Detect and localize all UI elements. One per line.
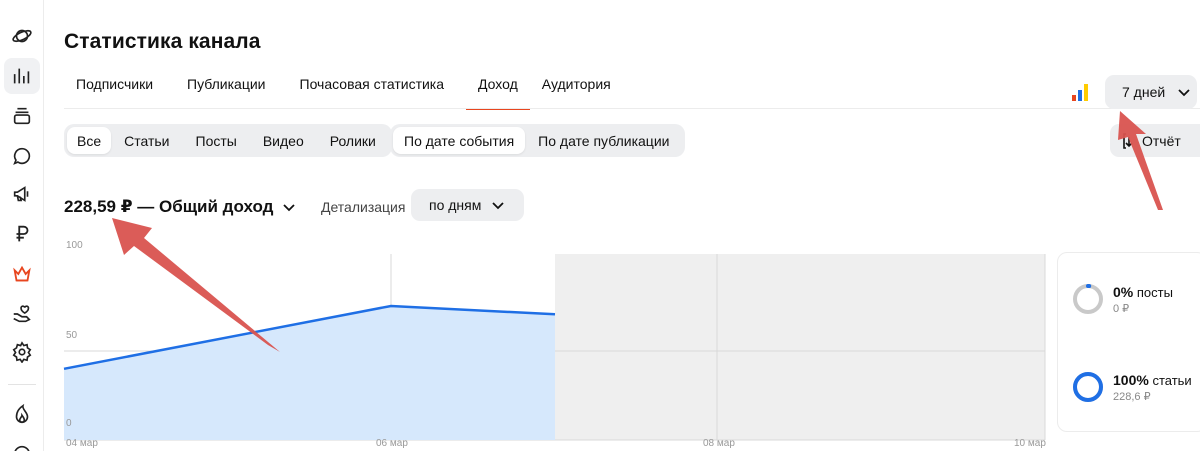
date-filter: По дате события По дате публикации (390, 124, 686, 157)
planet-icon[interactable] (4, 18, 40, 54)
chevron-down-icon (492, 202, 505, 210)
total-income[interactable]: 228,59 ₽ — Общий доход (64, 197, 297, 217)
income-breakdown-card: 0% посты 0 ₽ 100% статьи 228,6 ₽ (1057, 252, 1200, 432)
stat-articles-title: 100% статьи (1113, 372, 1192, 388)
report-label: Отчёт (1142, 132, 1181, 149)
tab-audience[interactable]: Аудитория (530, 66, 623, 110)
filter-by-publication-date[interactable]: По дате публикации (525, 127, 682, 154)
filter-shorts[interactable]: Ролики (317, 127, 389, 154)
stat-posts-title: 0% посты (1113, 284, 1173, 300)
income-area (64, 305, 555, 440)
tab-hourly[interactable]: Почасовая статистика (288, 66, 457, 110)
total-income-value: 228,59 ₽ — Общий доход (64, 197, 274, 216)
stat-posts: 0% посты 0 ₽ (1072, 283, 1173, 315)
stat-articles-percent: 100% (1113, 371, 1149, 388)
detail-select[interactable]: по дням (411, 189, 524, 221)
x-tick-label-2: 08 мар (703, 438, 735, 449)
donut-articles (1073, 372, 1103, 402)
metrika-icon[interactable] (1071, 82, 1089, 102)
stat-articles-label: статьи (1152, 372, 1192, 388)
stats-icon[interactable] (4, 58, 40, 94)
x-tick-label-0: 04 мар (66, 438, 98, 449)
period-select[interactable]: 7 дней (1105, 75, 1197, 109)
type-filter: Все Статьи Посты Видео Ролики (64, 124, 392, 157)
stat-posts-percent: 0% (1113, 283, 1134, 300)
chevron-down-icon (1178, 89, 1190, 97)
chevron-down-icon (283, 204, 296, 212)
filter-all[interactable]: Все (67, 127, 112, 154)
filter-by-event-date[interactable]: По дате события (393, 127, 526, 154)
period-label: 7 дней (1122, 84, 1166, 100)
y-tick-label-50: 50 (66, 330, 78, 341)
stat-articles: 100% статьи 228,6 ₽ (1072, 371, 1192, 403)
detail-label: Детализация (321, 199, 406, 215)
page-title: Статистика канала (64, 30, 261, 53)
income-chart: 100 50 0 04 мар 06 мар 08 мар 10 мар (63, 240, 1046, 449)
x-tick-label-1: 06 мар (376, 438, 408, 449)
tabs-divider (64, 108, 1200, 109)
future-period-shade (555, 254, 1045, 440)
filter-video[interactable]: Видео (250, 127, 317, 154)
y-tick-label-0: 0 (66, 418, 72, 429)
megaphone-icon[interactable] (4, 176, 40, 212)
tab-publications[interactable]: Публикации (175, 66, 277, 110)
stat-posts-label: посты (1136, 284, 1173, 300)
x-tick-label-3: 10 мар (1014, 438, 1046, 449)
tab-subscribers[interactable]: Подписчики (64, 66, 165, 110)
report-button[interactable]: Отчёт (1110, 124, 1200, 157)
comment-icon[interactable] (4, 138, 40, 174)
stat-posts-amount: 0 ₽ (1113, 302, 1130, 315)
layers-icon[interactable] (4, 98, 40, 134)
y-tick-label-100: 100 (66, 240, 83, 251)
stat-articles-amount: 228,6 ₽ (1113, 390, 1151, 403)
donut-posts (1073, 284, 1103, 314)
tab-income[interactable]: Доход (466, 66, 530, 110)
filter-articles[interactable]: Статьи (111, 127, 182, 154)
tab-bar: Подписчики Публикации Почасовая статисти… (64, 66, 623, 110)
filter-posts[interactable]: Посты (183, 127, 250, 154)
download-icon (1123, 132, 1133, 149)
detail-value: по дням (429, 197, 482, 213)
